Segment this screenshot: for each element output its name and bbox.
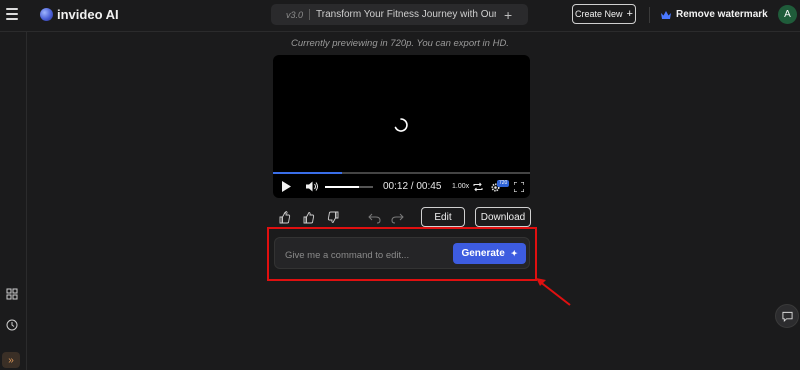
grid-icon[interactable] (6, 288, 18, 300)
download-button[interactable]: Download (475, 207, 531, 227)
annotation-arrow-icon (536, 278, 571, 306)
left-sidebar (0, 32, 27, 370)
volume-slider[interactable] (325, 186, 373, 188)
video-player[interactable]: 00:12 / 00:45 1.00x 720 (273, 55, 530, 198)
undo-icon[interactable] (368, 211, 381, 224)
project-title: Transform Your Fitness Journey with Our … (316, 9, 497, 20)
separator (309, 9, 311, 20)
fullscreen-icon[interactable] (514, 182, 524, 192)
redo-icon[interactable] (391, 211, 404, 224)
create-new-button[interactable]: Create New + (572, 4, 636, 24)
project-title-bar[interactable]: v3.0 Transform Your Fitness Journey with… (271, 4, 528, 25)
quality-settings[interactable]: 720 (490, 180, 512, 193)
player-controls: 00:12 / 00:45 1.00x 720 (273, 176, 530, 198)
brand-name: invideo AI (57, 7, 119, 22)
loop-icon[interactable] (473, 182, 483, 192)
progress-fill (273, 172, 343, 174)
version-label: v3.0 (286, 9, 304, 20)
plus-icon: + (626, 8, 633, 20)
action-row: Edit Download (279, 207, 534, 228)
history-icon[interactable] (6, 319, 18, 331)
progress-bar[interactable] (273, 172, 530, 174)
highlight-box (267, 227, 537, 281)
create-new-label: Create New (575, 9, 623, 19)
remove-watermark-button[interactable]: Remove watermark (661, 9, 768, 20)
quality-badge: 720 (497, 180, 510, 187)
divider (649, 7, 650, 23)
edit-button[interactable]: Edit (421, 207, 465, 227)
chat-button[interactable] (775, 304, 799, 328)
crown-icon (661, 10, 671, 19)
volume-fill (325, 186, 359, 188)
thumbs-down-icon[interactable] (326, 211, 339, 224)
play-icon[interactable] (282, 181, 291, 192)
menu-icon[interactable] (6, 8, 18, 20)
volume-icon[interactable] (306, 181, 319, 192)
double-chevron-right-icon: » (8, 354, 14, 366)
time-display: 00:12 / 00:45 (383, 181, 442, 192)
loading-spinner-icon (394, 118, 408, 132)
double-thumbs-up-icon[interactable] (279, 211, 292, 224)
preview-note: Currently previewing in 720p. You can ex… (291, 38, 509, 49)
chat-icon (781, 311, 793, 322)
top-bar: invideo AI v3.0 Transform Your Fitness J… (0, 0, 800, 32)
thumbs-up-icon[interactable] (303, 211, 316, 224)
expand-sidebar-button[interactable]: » (2, 352, 20, 368)
plus-icon[interactable]: + (504, 8, 512, 22)
remove-watermark-label: Remove watermark (676, 9, 768, 20)
invideo-logo (40, 8, 53, 21)
avatar[interactable]: A (778, 5, 797, 24)
speed-button[interactable]: 1.00x (452, 183, 469, 190)
